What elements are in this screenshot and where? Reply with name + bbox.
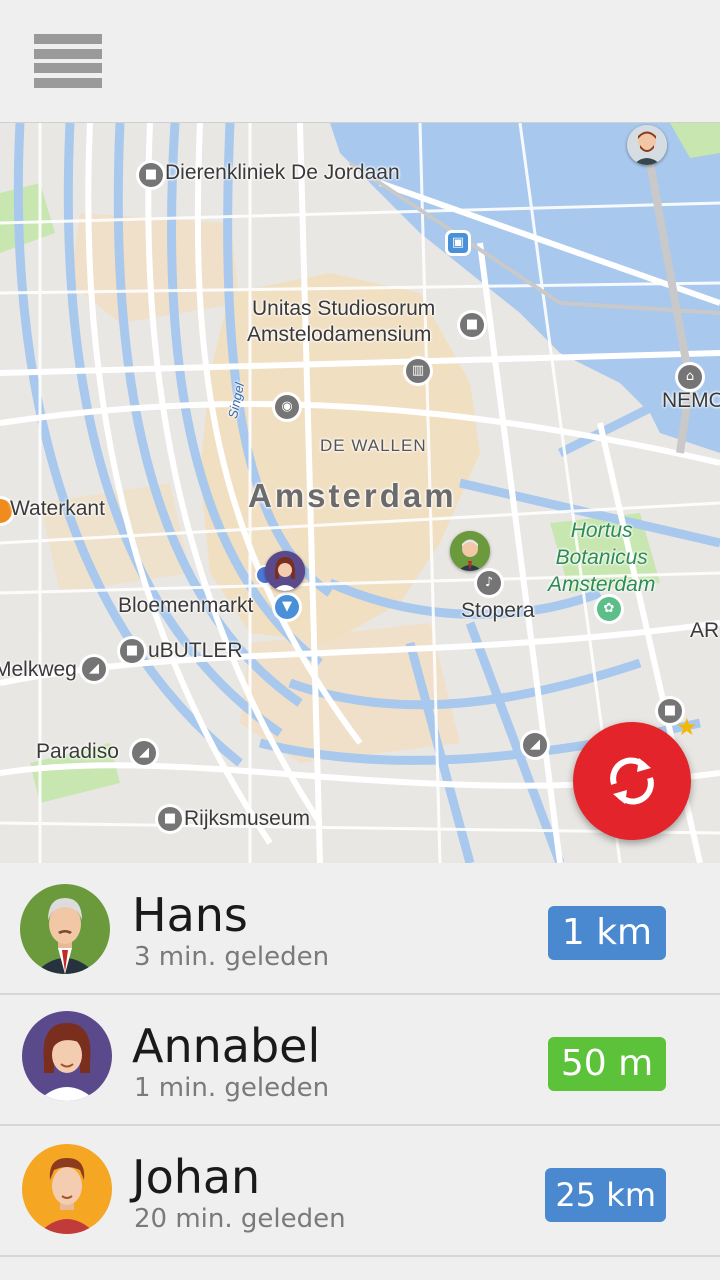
map-label: Bloemenmarkt (118, 594, 254, 617)
distance-badge: 25 km (545, 1168, 666, 1222)
map-label: Dierenkliniek De Jordaan (165, 161, 400, 184)
poi-transit-icon[interactable]: ▣ (448, 233, 468, 253)
map-label-line: Botanicus (555, 546, 648, 569)
last-seen: 1 min. geleden (134, 1073, 330, 1103)
map-label: Melkweg (0, 658, 77, 681)
map-label: Hortus Botanicus Amsterdam (548, 517, 655, 598)
person-name: Annabel (132, 1019, 321, 1073)
poi-garden-icon[interactable]: ✿ (597, 597, 621, 621)
poi-rijksmuseum-icon[interactable]: ■ (158, 807, 182, 831)
hamburger-menu-icon[interactable] (34, 34, 102, 88)
distance-badge: 1 km (548, 906, 666, 960)
refresh-button[interactable] (573, 722, 691, 840)
list-item-johan[interactable]: Johan 20 min. geleden 25 km (0, 1126, 720, 1257)
map-label-line: Hortus (570, 519, 633, 542)
top-bar (0, 0, 720, 123)
map-view[interactable]: ■ ▣ ■ ▥ ◉ ⌂ ▼ ♪ ✿ ■ ◢ ◢ ■ ◢ ■ ★ Dierenkl… (0, 123, 720, 863)
poi-music-icon[interactable]: ♪ (477, 571, 501, 595)
map-label: AR (690, 619, 720, 642)
list-item-hans[interactable]: Hans 3 min. geleden 1 km (0, 864, 720, 995)
johan-avatar (22, 1144, 112, 1234)
map-label: Rijksmuseum (184, 807, 311, 830)
johan-map-avatar[interactable] (627, 125, 667, 165)
last-seen: 20 min. geleden (134, 1204, 346, 1234)
map-label: NEMO (662, 389, 720, 412)
people-list: Hans 3 min. geleden 1 km Annabel 1 min. … (0, 864, 720, 1257)
annabel-avatar (22, 1011, 112, 1101)
poi-ubutler-icon[interactable]: ■ (120, 639, 144, 663)
poi-unitas-icon[interactable]: ■ (460, 313, 484, 337)
poi-camera-icon[interactable]: ◉ (275, 395, 299, 419)
map-label-line: Amsterdam (548, 573, 656, 596)
poi-museum-icon[interactable]: ▥ (406, 359, 430, 383)
poi-paradiso-icon[interactable]: ◢ (132, 741, 156, 765)
map-label: Paradiso (36, 740, 119, 763)
person-name: Johan (132, 1150, 261, 1204)
poi-vet-icon[interactable]: ■ (139, 163, 163, 187)
map-label: Unitas Studiosorum (252, 297, 436, 320)
poi-shopping-icon[interactable]: ▼ (275, 595, 299, 619)
list-item-annabel[interactable]: Annabel 1 min. geleden 50 m (0, 995, 720, 1126)
map-label: Amsterdam (248, 477, 457, 514)
map-label: DE WALLEN (320, 436, 427, 455)
map-label: Stopera (461, 599, 535, 622)
poi-venue-icon[interactable]: ◢ (523, 733, 547, 757)
refresh-icon (610, 757, 654, 805)
map-label: Amstelodamensium (247, 323, 432, 346)
poi-melkweg-icon[interactable]: ◢ (82, 657, 106, 681)
person-name: Hans (132, 888, 248, 942)
hans-avatar (20, 884, 110, 974)
distance-badge: 50 m (548, 1037, 666, 1091)
map-label: uBUTLER (148, 639, 243, 662)
annabel-map-avatar[interactable] (265, 551, 305, 591)
hans-map-avatar[interactable] (450, 531, 490, 571)
poi-nemo-icon[interactable]: ⌂ (678, 365, 702, 389)
last-seen: 3 min. geleden (134, 942, 330, 972)
map-label: Waterkant (10, 497, 105, 520)
